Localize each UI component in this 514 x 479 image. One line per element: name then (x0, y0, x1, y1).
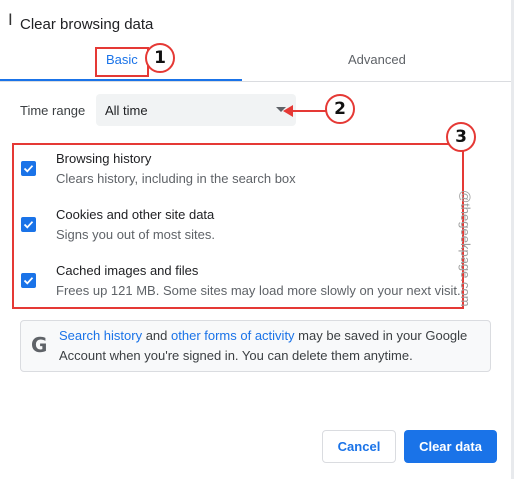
cookies-title: Cookies and other site data (56, 207, 215, 222)
time-range-value: All time (105, 103, 148, 118)
time-range-select[interactable]: All time (96, 94, 296, 126)
dialog-title: Clear browsing data (20, 16, 154, 33)
tab-divider (0, 81, 514, 82)
annotation-badge-1: 1 (145, 43, 175, 73)
checkmark-icon (23, 277, 34, 285)
cached-images-checkbox[interactable] (21, 273, 36, 288)
cookies-checkbox[interactable] (21, 217, 36, 232)
info-text: and (142, 328, 172, 343)
annotation-box-basic-tab (95, 47, 149, 77)
annotation-badge-2: 2 (325, 94, 355, 124)
info-text: may be saved in your Google (294, 328, 468, 343)
watermark: @thegeekpage.com (458, 190, 473, 307)
cached-images-subtitle: Frees up 121 MB. Some sites may load mor… (56, 283, 461, 298)
annotation-arrow-icon (283, 105, 293, 117)
tab-advanced[interactable]: Advanced (348, 52, 406, 67)
clear-browsing-data-dialog: I Clear browsing data Basic Advanced 1 T… (0, 0, 514, 479)
info-line-1: Search history and other forms of activi… (59, 328, 467, 343)
cached-images-title: Cached images and files (56, 263, 199, 278)
other-activity-link[interactable]: other forms of activity (171, 328, 295, 343)
cookies-subtitle: Signs you out of most sites. (56, 227, 215, 242)
annotation-badge-3: 3 (446, 122, 476, 152)
browsing-history-checkbox[interactable] (21, 161, 36, 176)
time-range-label: Time range (20, 103, 86, 118)
cancel-button[interactable]: Cancel (322, 430, 396, 463)
clear-data-button[interactable]: Clear data (404, 430, 497, 463)
google-icon: G (31, 333, 48, 357)
google-account-info-box: G Search history and other forms of acti… (20, 320, 491, 372)
browsing-history-subtitle: Clears history, including in the search … (56, 171, 296, 186)
info-line-2: Account when you're signed in. You can d… (59, 348, 413, 363)
checkmark-icon (23, 221, 34, 229)
checkmark-icon (23, 165, 34, 173)
text-cursor-icon: I (8, 10, 13, 29)
browsing-history-title: Browsing history (56, 151, 152, 166)
search-history-link[interactable]: Search history (59, 328, 142, 343)
